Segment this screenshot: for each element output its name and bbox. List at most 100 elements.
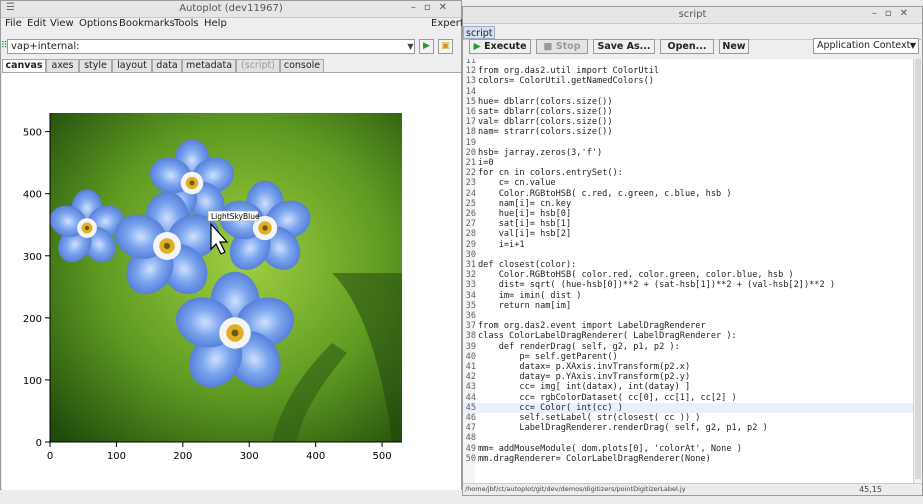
- line-number: 36: [465, 311, 476, 321]
- code-line[interactable]: 43 cc= img[ int(datax), int(datay) ]: [463, 382, 691, 393]
- go-play-icon[interactable]: ▶: [419, 39, 434, 54]
- code-line[interactable]: 36: [463, 311, 478, 321]
- y-tick-label: 300: [23, 252, 42, 263]
- tab-layout[interactable]: layout: [112, 59, 152, 72]
- code-text: i=i+1: [478, 239, 525, 250]
- code-line[interactable]: 32 Color.RGBtoHSB( color.red, color.gree…: [463, 270, 794, 280]
- code-line[interactable]: 48: [463, 433, 478, 443]
- x-tick-label: 0: [47, 451, 53, 462]
- x-tick-label: 100: [107, 451, 126, 462]
- code-line[interactable]: 21 i=0: [463, 158, 494, 168]
- code-line[interactable]: 27 sat[i]= hsb[1]: [463, 219, 572, 230]
- code-line[interactable]: 23 c= cn.value: [463, 178, 556, 188]
- code-line[interactable]: 37 from org.das2.event import LabelDragRe…: [463, 321, 706, 331]
- code-line[interactable]: 31 def closest(color):: [463, 260, 577, 270]
- code-text: c= cn.value: [478, 178, 556, 189]
- code-line[interactable]: 45 cc= Color( int(cc) ): [463, 402, 915, 413]
- code-text: cc= img[ int(datax), int(datay) ]: [478, 382, 691, 393]
- tab-axes[interactable]: axes: [46, 59, 79, 72]
- code-line[interactable]: 42 datay= p.YAxis.invTransform(p2.y): [463, 372, 691, 382]
- code-line[interactable]: 17 val= dblarr(colors.size()): [463, 117, 613, 127]
- code-text: colors= ColorUtil.getNamedColors(): [478, 76, 654, 87]
- tab-script[interactable]: (script): [236, 59, 280, 72]
- code-line[interactable]: 22 for cn in colors.entrySet():: [463, 168, 623, 178]
- code-line[interactable]: 15 hue= dblarr(colors.size()): [463, 97, 613, 107]
- open-folder-icon[interactable]: ▣: [438, 39, 453, 54]
- line-number: 27: [465, 219, 476, 230]
- scrollbar-thumb[interactable]: [915, 59, 921, 479]
- code-line[interactable]: 50 mm.dragRenderer= ColorLabelDragRendere…: [463, 454, 711, 464]
- code-line[interactable]: 33 dist= sqrt( (hue-hsb[0])**2 + (sat-hs…: [463, 280, 835, 290]
- window-title: Autoplot (dev11967): [179, 3, 283, 14]
- code-line[interactable]: 25 nam[i]= cn.key: [463, 198, 572, 209]
- plot-canvas[interactable]: 0 100 200 300 400 500 0 100 200 300 400 500 LightS…: [2, 72, 461, 490]
- code-line[interactable]: 44 cc= rgbColorDataset( cc[0], cc[1], cc…: [463, 393, 737, 403]
- code-editor[interactable]: 11 12 from org.das2.util import ColorUtil 1…: [463, 59, 915, 485]
- line-number: 30: [465, 249, 476, 260]
- line-number: 47: [465, 423, 476, 434]
- code-line[interactable]: 30: [463, 250, 478, 260]
- code-line[interactable]: 29 i=i+1: [463, 240, 525, 250]
- line-number: 25: [465, 198, 476, 209]
- stop-button[interactable]: ■ Stop: [536, 39, 588, 54]
- plot-svg[interactable]: 0 100 200 300 400 500 0 100 200 300 400 500 LightS…: [2, 73, 461, 490]
- menubar: File Edit View Options Bookmarks Tools H…: [1, 17, 464, 34]
- menu-file[interactable]: File: [5, 18, 22, 29]
- code-line[interactable]: 49 mm= addMouseModule( dom.plots[0], 'col…: [463, 444, 742, 454]
- menu-expert[interactable]: Expert: [431, 18, 464, 29]
- code-line[interactable]: 35 return nam[im]: [463, 301, 572, 311]
- cursor-position: 45,15: [859, 485, 882, 494]
- code-text: i=0: [478, 158, 494, 168]
- code-line[interactable]: 34 im= imin( dist ): [463, 290, 582, 301]
- open-button[interactable]: Open...: [660, 39, 714, 54]
- address-field[interactable]: vap+internal:: [7, 39, 415, 54]
- code-line[interactable]: 38 class ColorLabelDragRenderer( LabelDra…: [463, 331, 737, 341]
- window-controls[interactable]: –▫✕: [411, 2, 455, 13]
- line-number: 13: [465, 76, 476, 87]
- code-line[interactable]: 41 datax= p.XAxis.invTransform(p2.x): [463, 362, 691, 372]
- code-line[interactable]: 40 p= self.getParent(): [463, 352, 618, 362]
- menu-view[interactable]: View: [50, 18, 74, 29]
- script-window-controls[interactable]: –▫✕: [872, 8, 916, 19]
- code-line[interactable]: 18 nam= strarr(colors.size()): [463, 127, 613, 137]
- code-line[interactable]: 16 sat= dblarr(colors.size()): [463, 107, 613, 117]
- menu-edit[interactable]: Edit: [27, 18, 46, 29]
- menu-options[interactable]: Options: [79, 18, 118, 29]
- code-line[interactable]: 47 LabelDragRenderer.renderDrag( self, g…: [463, 423, 768, 433]
- new-button[interactable]: New: [719, 39, 749, 54]
- tab-canvas[interactable]: canvas: [2, 59, 46, 72]
- execute-button[interactable]: ▶ Execute: [469, 39, 531, 54]
- code-line[interactable]: 11: [463, 59, 478, 66]
- code-line[interactable]: 28 val[i]= hsb[2]: [463, 229, 572, 240]
- context-select[interactable]: Application Context ▼: [813, 38, 919, 54]
- menu-bookmarks[interactable]: Bookmarks: [119, 18, 175, 29]
- code-line[interactable]: 14: [463, 87, 478, 97]
- editor-scrollbar[interactable]: [913, 59, 922, 485]
- line-number: 38: [465, 331, 476, 342]
- tab-console[interactable]: console: [280, 59, 324, 72]
- code-line[interactable]: 13 colors= ColorUtil.getNamedColors(): [463, 76, 654, 86]
- x-axis: 0 100 200 300 400 500: [47, 442, 392, 462]
- menu-tools[interactable]: Tools: [174, 18, 199, 29]
- save-as-button[interactable]: Save As...: [593, 39, 655, 54]
- code-line[interactable]: 12 from org.das2.util import ColorUtil: [463, 66, 659, 76]
- tab-script-editor[interactable]: script: [463, 26, 495, 39]
- address-dropdown-icon[interactable]: ▼: [405, 40, 416, 53]
- line-number: 34: [465, 290, 476, 301]
- code-line[interactable]: 46 self.setLabel( str(closest( cc )) ): [463, 413, 701, 423]
- code-line[interactable]: 19: [463, 138, 478, 148]
- code-text: nam= strarr(colors.size()): [478, 127, 613, 138]
- code-line[interactable]: 26 hue[i]= hsb[0]: [463, 209, 572, 219]
- code-line[interactable]: 20 hsb= jarray.zeros(3,'f'): [463, 148, 603, 158]
- code-line[interactable]: 39 def renderDrag( self, g2, p1, p2 ):: [463, 342, 680, 352]
- tab-data[interactable]: data: [152, 59, 182, 72]
- code-text: cc= rgbColorDataset( cc[0], cc[1], cc[2]…: [478, 392, 737, 403]
- flower-image[interactable]: [45, 113, 402, 442]
- tab-metadata[interactable]: metadata: [182, 59, 236, 72]
- tab-style[interactable]: style: [79, 59, 112, 72]
- line-number: 28: [465, 229, 476, 240]
- code-text: class ColorLabelDragRenderer( LabelDragR…: [478, 331, 737, 342]
- code-line[interactable]: 24 Color.RGBtoHSB( c.red, c.green, c.blu…: [463, 189, 732, 199]
- line-number: 18: [465, 127, 476, 138]
- menu-help[interactable]: Help: [204, 18, 227, 29]
